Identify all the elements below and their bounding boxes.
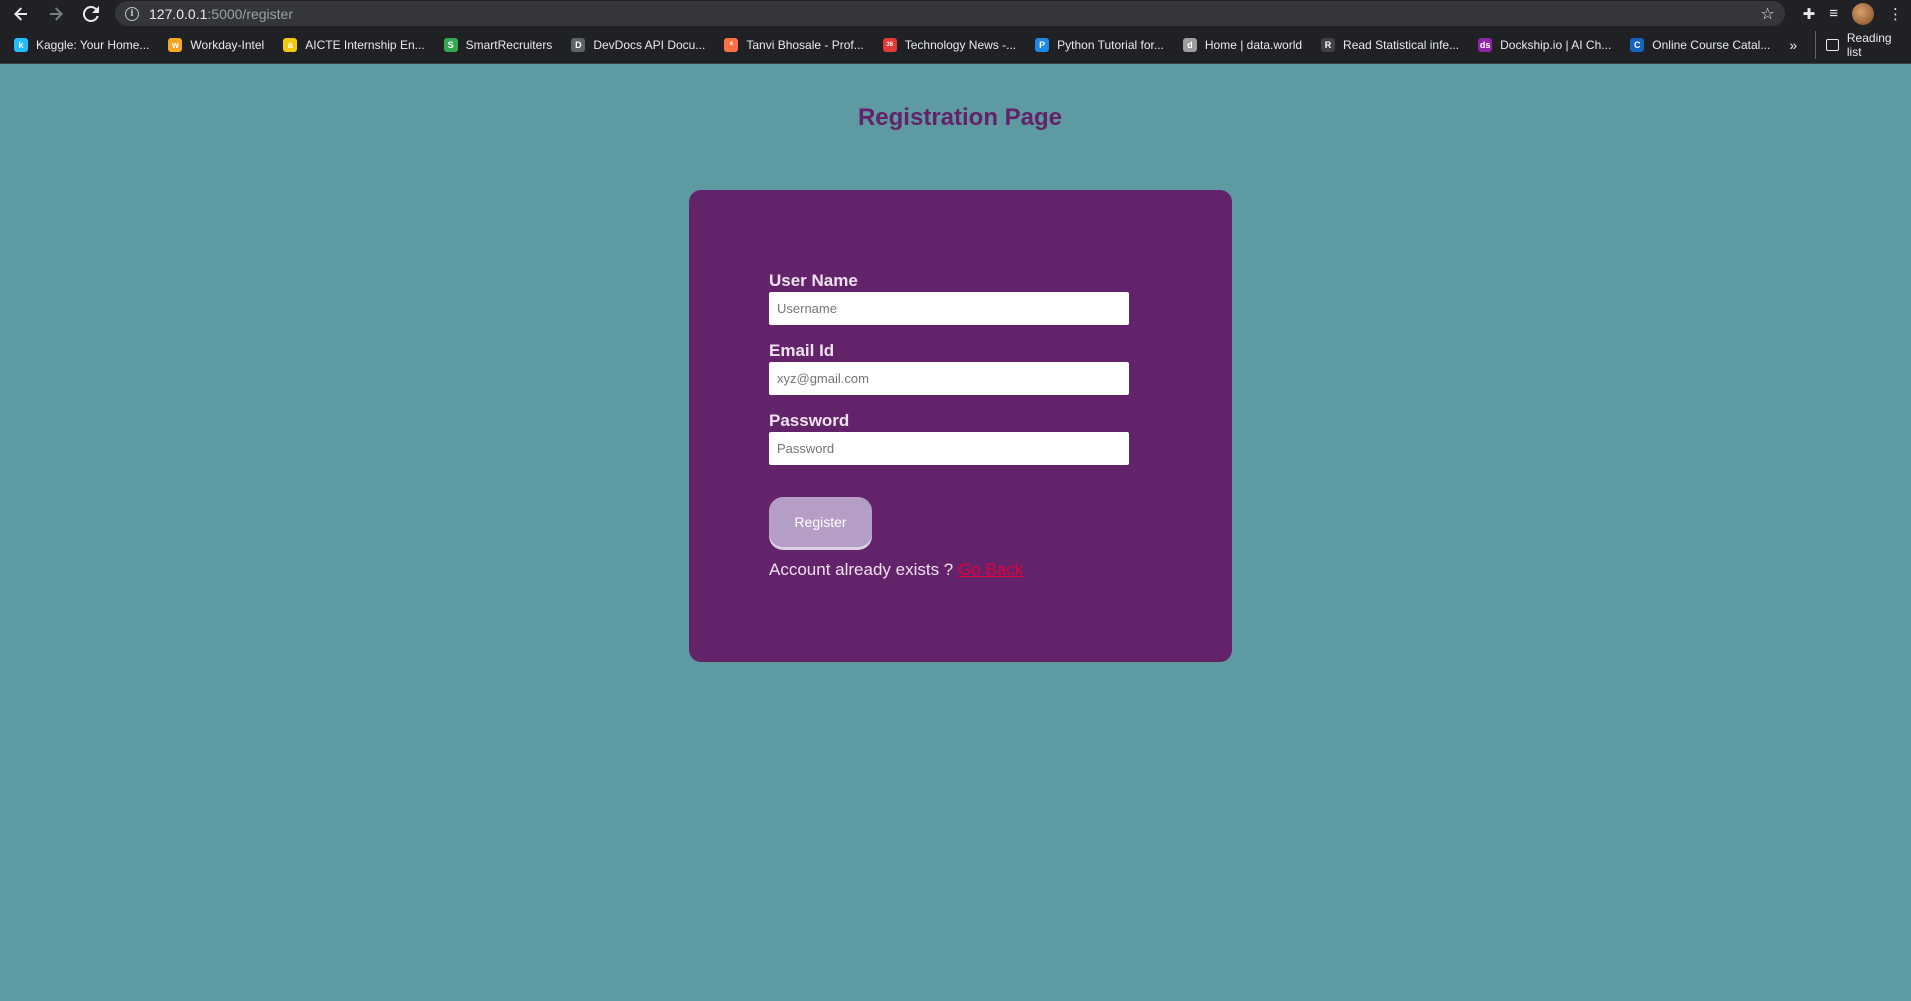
- reading-list-button[interactable]: Reading list: [1815, 31, 1903, 59]
- reload-button[interactable]: [80, 3, 102, 25]
- browser-toolbar: i 127.0.0.1:5000/register ☆ ✚ ≡ ⋮: [0, 0, 1911, 27]
- bookmark-favicon-icon: C: [1630, 38, 1645, 52]
- bookmark-label: Kaggle: Your Home...: [36, 38, 150, 52]
- bookmark-label: Tanvi Bhosale - Prof...: [746, 38, 864, 52]
- bookmark-favicon-icon: a: [283, 38, 298, 52]
- reading-list-label: Reading list: [1846, 31, 1892, 59]
- login-prompt: Account already exists ? Go Back: [769, 560, 1023, 580]
- username-label: User Name: [769, 271, 858, 290]
- register-button[interactable]: Register: [769, 497, 872, 547]
- bookmark-favicon-icon: d: [1182, 38, 1197, 52]
- password-field-group: Password: [769, 411, 1129, 465]
- password-label: Password: [769, 411, 850, 430]
- bookmark-favicon-icon: S: [443, 38, 458, 52]
- reload-icon: [83, 5, 99, 22]
- bookmark-favicon-icon: w: [168, 38, 183, 52]
- bookmark-item[interactable]: d Home | data.world: [1182, 38, 1303, 52]
- url-path: :5000/register: [207, 5, 293, 22]
- extensions-puzzle-icon[interactable]: ✚: [1803, 5, 1816, 23]
- bookmark-favicon-icon: D: [571, 38, 586, 52]
- bookmark-label: Online Course Catal...: [1652, 38, 1771, 52]
- back-button[interactable]: [10, 3, 32, 25]
- password-input[interactable]: [769, 432, 1129, 465]
- bookmark-item[interactable]: R Read Statistical infe...: [1321, 38, 1459, 52]
- bookmarks-overflow-chevron-icon[interactable]: »: [1789, 37, 1797, 53]
- bookmark-label: Python Tutorial for...: [1057, 38, 1164, 52]
- bookmark-item[interactable]: S SmartRecruiters: [443, 38, 553, 52]
- bookmark-favicon-icon: P: [1035, 38, 1050, 52]
- bookmark-item[interactable]: 36 Technology News -...: [882, 38, 1017, 52]
- username-field-group: User Name: [769, 271, 1129, 325]
- bookmark-item[interactable]: C Online Course Catal...: [1630, 38, 1770, 52]
- forward-button[interactable]: [45, 3, 67, 25]
- login-prompt-text: Account already exists ?: [769, 560, 958, 579]
- bookmark-favicon-icon: R: [1321, 38, 1336, 52]
- site-info-icon[interactable]: i: [125, 6, 139, 21]
- kebab-menu-icon[interactable]: ⋮: [1888, 5, 1903, 23]
- bookmark-item[interactable]: * Tanvi Bhosale - Prof...: [724, 38, 864, 52]
- url-host: 127.0.0.1: [149, 5, 208, 22]
- bookmark-label: Technology News -...: [904, 38, 1017, 52]
- bookmark-favicon-icon: 36: [882, 38, 897, 52]
- bookmark-item[interactable]: P Python Tutorial for...: [1035, 38, 1164, 52]
- username-input[interactable]: [769, 292, 1129, 325]
- bookmark-label: AICTE Internship En...: [305, 38, 425, 52]
- bookmark-label: DevDocs API Docu...: [593, 38, 706, 52]
- email-label: Email Id: [769, 341, 835, 360]
- go-back-link[interactable]: Go Back: [958, 560, 1023, 579]
- bookmark-star-icon[interactable]: ☆: [1760, 4, 1774, 24]
- email-input[interactable]: [769, 362, 1129, 395]
- profile-avatar[interactable]: [1852, 2, 1875, 25]
- reading-list-icon: [1826, 39, 1839, 51]
- bookmark-item[interactable]: k Kaggle: Your Home...: [14, 38, 149, 52]
- registration-card: User Name Email Id Password Register Acc…: [689, 190, 1232, 662]
- page-body: Registration Page User Name Email Id Pas…: [0, 64, 1911, 1001]
- bookmark-favicon-icon: k: [14, 38, 28, 52]
- bookmark-item[interactable]: a AICTE Internship En...: [283, 38, 425, 52]
- email-field-group: Email Id: [769, 341, 1129, 395]
- url-text[interactable]: 127.0.0.1:5000/register: [149, 6, 293, 22]
- forward-arrow-icon: [50, 6, 63, 21]
- bookmark-item[interactable]: w Workday-Intel: [168, 38, 264, 52]
- bookmarks-bar: k Kaggle: Your Home... w Workday-Intel a AICT…: [0, 27, 1911, 64]
- bookmark-label: SmartRecruiters: [465, 38, 553, 52]
- bookmark-label: Dockship.io | AI Ch...: [1500, 38, 1612, 52]
- bookmark-item[interactable]: ds Dockship.io | AI Ch...: [1478, 38, 1611, 52]
- media-queue-icon[interactable]: ≡: [1829, 5, 1838, 22]
- bookmark-favicon-icon: ds: [1478, 38, 1493, 52]
- browser-chrome: i 127.0.0.1:5000/register ☆ ✚ ≡ ⋮ k Kaggl…: [0, 0, 1911, 64]
- bookmark-item[interactable]: D DevDocs API Docu...: [571, 38, 705, 52]
- toolbar-actions: ✚ ≡ ⋮: [1803, 2, 1903, 25]
- address-bar[interactable]: i 127.0.0.1:5000/register ☆: [115, 1, 1785, 26]
- bookmark-label: Workday-Intel: [190, 38, 265, 52]
- back-arrow-icon: [14, 6, 27, 21]
- page-title: Registration Page: [857, 104, 1063, 131]
- bookmark-favicon-icon: *: [724, 38, 739, 52]
- bookmark-label: Read Statistical infe...: [1343, 38, 1460, 52]
- bookmark-label: Home | data.world: [1204, 38, 1303, 52]
